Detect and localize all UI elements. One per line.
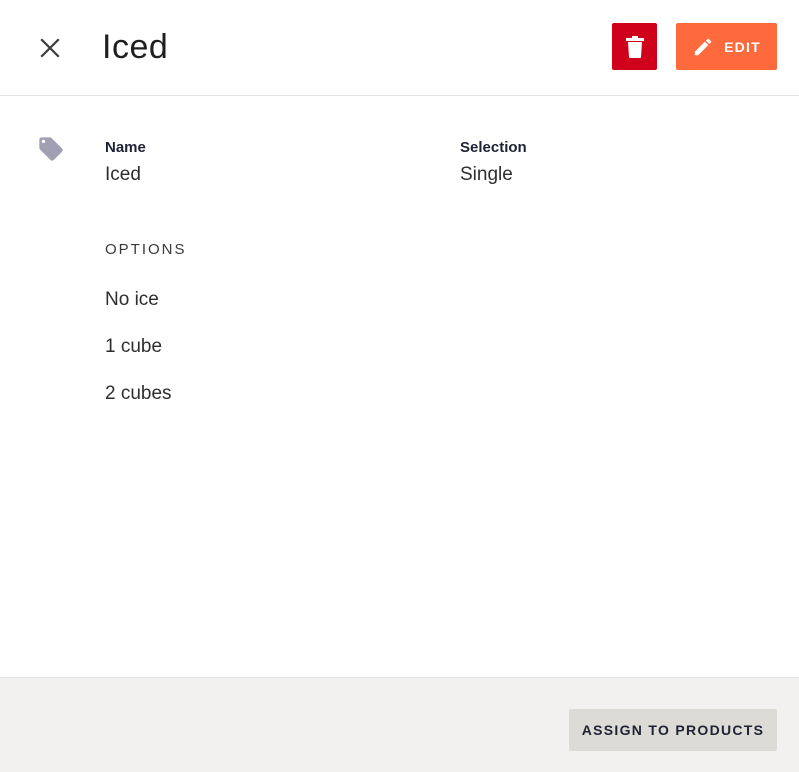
header: Iced EDIT bbox=[0, 0, 799, 96]
modifier-detail-panel: Iced EDIT Name Iced Selection Single OPT… bbox=[0, 0, 799, 772]
name-label: Name bbox=[105, 139, 146, 156]
options-heading: OPTIONS bbox=[105, 241, 187, 258]
selection-field: Selection Single bbox=[460, 139, 527, 187]
close-icon bbox=[40, 38, 60, 58]
selection-label: Selection bbox=[460, 139, 527, 156]
trash-icon bbox=[625, 35, 644, 58]
option-item: 2 cubes bbox=[105, 383, 172, 404]
delete-button[interactable] bbox=[612, 23, 657, 70]
close-button[interactable] bbox=[30, 28, 70, 68]
options-list: No ice 1 cube 2 cubes bbox=[105, 288, 172, 429]
name-value: Iced bbox=[105, 164, 141, 185]
pencil-icon bbox=[694, 38, 712, 55]
name-field: Name Iced bbox=[105, 139, 146, 187]
selection-value: Single bbox=[460, 164, 513, 185]
option-item: No ice bbox=[105, 289, 159, 310]
edit-button-label: EDIT bbox=[724, 38, 761, 55]
assign-to-products-button[interactable]: ASSIGN TO PRODUCTS bbox=[569, 709, 777, 751]
option-item: 1 cube bbox=[105, 336, 163, 357]
edit-button[interactable]: EDIT bbox=[676, 23, 777, 70]
page-title: Iced bbox=[102, 28, 169, 66]
footer: ASSIGN TO PRODUCTS bbox=[0, 677, 799, 772]
tag-icon bbox=[39, 137, 63, 161]
